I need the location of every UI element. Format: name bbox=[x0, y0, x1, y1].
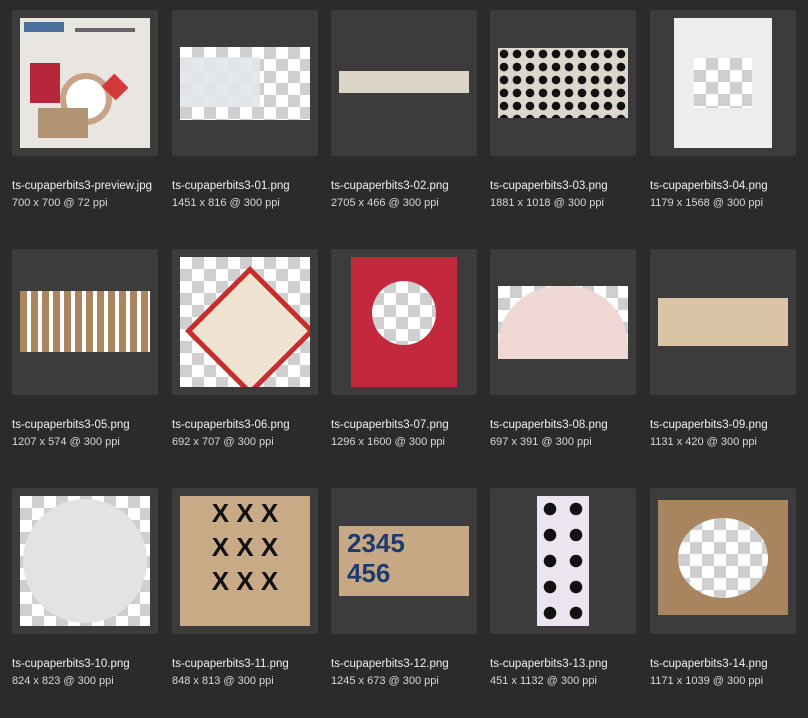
file-item-04[interactable]: ts-cupaperbits3-04.png 1179 x 1568 @ 300… bbox=[650, 10, 796, 240]
file-name: ts-cupaperbits3-preview.jpg bbox=[12, 180, 152, 192]
thumbnail[interactable] bbox=[490, 488, 636, 634]
file-grid: ts-cupaperbits3-preview.jpg 700 x 700 @ … bbox=[0, 0, 808, 700]
thumbnail[interactable] bbox=[331, 10, 477, 156]
file-name: ts-cupaperbits3-05.png bbox=[12, 419, 130, 431]
file-item-03[interactable]: ts-cupaperbits3-03.png 1881 x 1018 @ 300… bbox=[490, 10, 636, 240]
file-name: ts-cupaperbits3-03.png bbox=[490, 180, 608, 192]
file-name: ts-cupaperbits3-01.png bbox=[172, 180, 290, 192]
preview-image bbox=[20, 18, 150, 148]
thumbnail[interactable] bbox=[490, 249, 636, 395]
thumbnail[interactable] bbox=[12, 10, 158, 156]
thumbnail[interactable] bbox=[172, 10, 318, 156]
file-dimensions: 1881 x 1018 @ 300 ppi bbox=[490, 197, 604, 209]
x-pattern-kraft: X X X X X X X X X bbox=[180, 496, 310, 626]
file-dimensions: 848 x 813 @ 300 ppi bbox=[172, 675, 274, 687]
file-name: ts-cupaperbits3-08.png bbox=[490, 419, 608, 431]
file-name: ts-cupaperbits3-12.png bbox=[331, 658, 449, 670]
red-paper-with-circle bbox=[351, 257, 457, 387]
file-dimensions: 1245 x 673 @ 300 ppi bbox=[331, 675, 439, 687]
kraft-circle-frame bbox=[658, 500, 788, 615]
punched-kraft-strip bbox=[20, 291, 150, 352]
file-dimensions: 1207 x 574 @ 300 ppi bbox=[12, 436, 120, 448]
file-item-11[interactable]: X X X X X X X X X ts-cupaperbits3-11.png… bbox=[172, 488, 318, 718]
file-item-10[interactable]: ts-cupaperbits3-10.png 824 x 823 @ 300 p… bbox=[12, 488, 158, 718]
file-dimensions: 2705 x 466 @ 300 ppi bbox=[331, 197, 439, 209]
file-name: ts-cupaperbits3-14.png bbox=[650, 658, 768, 670]
file-name: ts-cupaperbits3-10.png bbox=[12, 658, 130, 670]
file-item-02[interactable]: ts-cupaperbits3-02.png 2705 x 466 @ 300 … bbox=[331, 10, 477, 240]
file-dimensions: 1131 x 420 @ 300 ppi bbox=[650, 436, 757, 448]
thumbnail[interactable] bbox=[331, 249, 477, 395]
file-dimensions: 692 x 707 @ 300 ppi bbox=[172, 436, 274, 448]
file-name: ts-cupaperbits3-09.png bbox=[650, 419, 768, 431]
file-item-12[interactable]: 2345 456 ts-cupaperbits3-12.png 1245 x 6… bbox=[331, 488, 477, 718]
pink-half-circle bbox=[498, 286, 628, 359]
file-item-01[interactable]: ts-cupaperbits3-01.png 1451 x 816 @ 300 … bbox=[172, 10, 318, 240]
red-heart-paper bbox=[180, 257, 310, 387]
preview-logo bbox=[24, 22, 64, 32]
polka-dot-paper bbox=[498, 48, 628, 118]
file-item-06[interactable]: ts-cupaperbits3-06.png 692 x 707 @ 300 p… bbox=[172, 249, 318, 479]
thumbnail[interactable]: X X X X X X X X X bbox=[172, 488, 318, 634]
file-name: ts-cupaperbits3-02.png bbox=[331, 180, 449, 192]
heart-frame-paper bbox=[674, 18, 772, 148]
thumbnail[interactable] bbox=[490, 10, 636, 156]
file-dimensions: 1179 x 1568 @ 300 ppi bbox=[650, 197, 764, 209]
thumbnail[interactable] bbox=[12, 488, 158, 634]
thumbnail[interactable] bbox=[12, 249, 158, 395]
file-dimensions: 697 x 391 @ 300 ppi bbox=[490, 436, 592, 448]
dotted-paper-strip bbox=[537, 496, 589, 626]
file-dimensions: 451 x 1132 @ 300 ppi bbox=[490, 675, 597, 687]
file-name: ts-cupaperbits3-13.png bbox=[490, 658, 608, 670]
file-dimensions: 824 x 823 @ 300 ppi bbox=[12, 675, 114, 687]
number-digits: 2345 456 bbox=[347, 528, 405, 588]
file-name: ts-cupaperbits3-06.png bbox=[172, 419, 290, 431]
file-dimensions: 1296 x 1600 @ 300 ppi bbox=[331, 436, 445, 448]
file-item-05[interactable]: ts-cupaperbits3-05.png 1207 x 574 @ 300 … bbox=[12, 249, 158, 479]
thumbnail[interactable] bbox=[650, 488, 796, 634]
crumpled-paper-circle bbox=[20, 496, 150, 626]
file-item-14[interactable]: ts-cupaperbits3-14.png 1171 x 1039 @ 300… bbox=[650, 488, 796, 718]
thumbnail[interactable]: 2345 456 bbox=[331, 488, 477, 634]
thumbnail[interactable] bbox=[650, 249, 796, 395]
thumbnail[interactable] bbox=[172, 249, 318, 395]
file-item-preview[interactable]: ts-cupaperbits3-preview.jpg 700 x 700 @ … bbox=[12, 10, 158, 240]
file-dimensions: 1171 x 1039 @ 300 ppi bbox=[650, 675, 764, 687]
file-dimensions: 1451 x 816 @ 300 ppi bbox=[172, 197, 280, 209]
thumbnail[interactable] bbox=[650, 10, 796, 156]
file-item-13[interactable]: ts-cupaperbits3-13.png 451 x 1132 @ 300 … bbox=[490, 488, 636, 718]
file-name: ts-cupaperbits3-04.png bbox=[650, 180, 768, 192]
torn-paper-strip bbox=[180, 47, 310, 120]
file-name: ts-cupaperbits3-11.png bbox=[172, 658, 289, 670]
file-name: ts-cupaperbits3-07.png bbox=[331, 419, 449, 431]
file-item-09[interactable]: ts-cupaperbits3-09.png 1131 x 420 @ 300 … bbox=[650, 249, 796, 479]
file-item-08[interactable]: ts-cupaperbits3-08.png 697 x 391 @ 300 p… bbox=[490, 249, 636, 479]
hexagon-paper-strip bbox=[658, 298, 788, 346]
paper-strip bbox=[339, 71, 469, 93]
number-paper: 2345 456 bbox=[339, 526, 469, 596]
file-dimensions: 700 x 700 @ 72 ppi bbox=[12, 197, 108, 209]
file-item-07[interactable]: ts-cupaperbits3-07.png 1296 x 1600 @ 300… bbox=[331, 249, 477, 479]
